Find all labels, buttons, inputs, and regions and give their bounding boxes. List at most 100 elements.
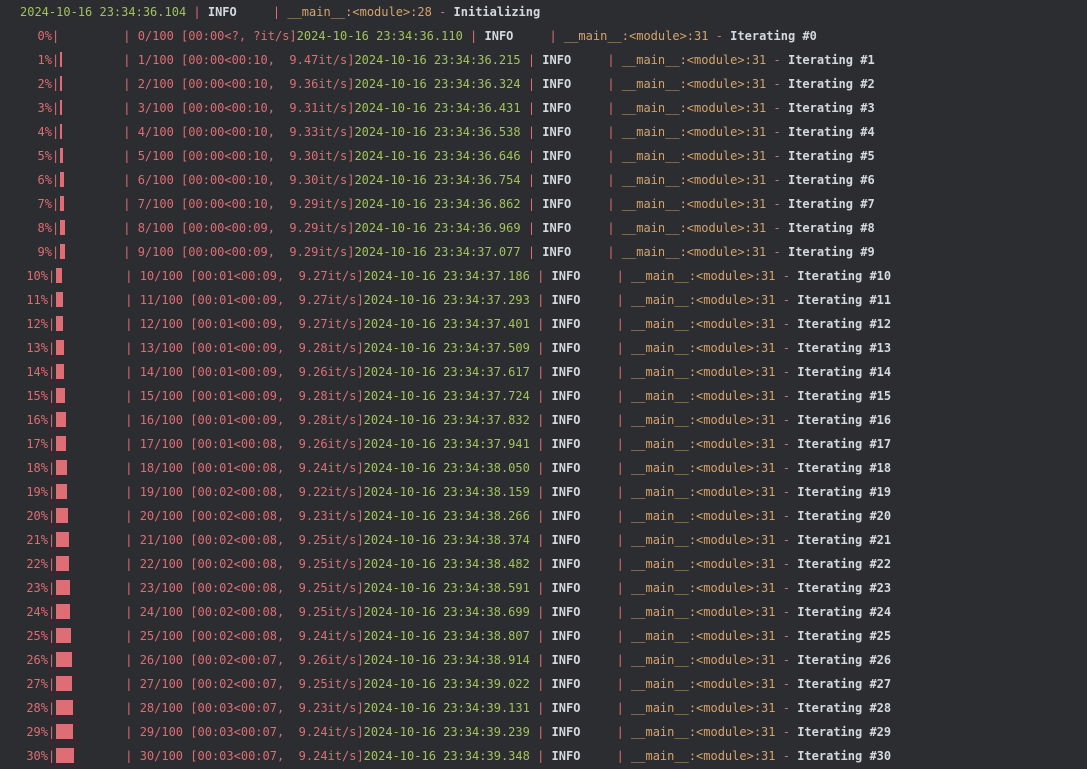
log-level: INFO (207, 5, 237, 19)
log-level: INFO (542, 197, 572, 211)
log-timestamp: 2024-10-16 23:34:39.022 (363, 677, 530, 691)
log-location: __main__:<module>:31 (631, 485, 776, 499)
progress-bar-fill (56, 652, 73, 667)
log-level: INFO (551, 629, 581, 643)
progress-bar (55, 340, 125, 355)
log-timestamp: 2024-10-16 23:34:39.131 (363, 701, 530, 715)
log-level: INFO (542, 53, 572, 67)
progress-timing: [00:02<00:08, 9.22it/s] (190, 485, 364, 499)
log-location: __main__:<module>:31 (621, 221, 767, 235)
progress-bar-fill (56, 364, 65, 379)
log-timestamp: 2024-10-16 23:34:37.293 (363, 293, 530, 307)
log-level: INFO (551, 581, 581, 595)
progress-counter: 19/100 (139, 485, 184, 499)
progress-bar-fill (60, 52, 63, 67)
progress-bar (55, 532, 125, 547)
progress-bar (55, 556, 125, 571)
log-message: Iterating #28 (797, 701, 892, 715)
progress-percent: 15% (26, 389, 48, 403)
log-message: Iterating #25 (797, 629, 892, 643)
progress-percent: 30% (26, 749, 48, 763)
log-timestamp: 2024-10-16 23:34:37.186 (363, 269, 530, 283)
progress-bar-fill (60, 124, 63, 139)
log-timestamp: 2024-10-16 23:34:38.266 (363, 509, 530, 523)
progress-counter: 11/100 (139, 293, 184, 307)
progress-timing: [00:00<00:10, 9.36it/s] (181, 77, 355, 91)
progress-bar (55, 508, 125, 523)
log-level: INFO (551, 437, 581, 451)
progress-bar (59, 76, 123, 91)
log-location: __main__:<module>:31 (631, 461, 776, 475)
log-message: Iterating #6 (787, 173, 875, 187)
progress-bar-fill (56, 436, 67, 451)
progress-bar (59, 172, 123, 187)
progress-percent: 14% (26, 365, 48, 379)
progress-timing: [00:01<00:09, 9.26it/s] (190, 365, 364, 379)
progress-log-line: 14%| | 14/100 [00:01<00:09, 9.26it/s]2024… (0, 360, 891, 384)
log-timestamp: 2024-10-16 23:34:38.591 (363, 581, 530, 595)
log-location: __main__:<module>:31 (631, 365, 776, 379)
progress-counter: 16/100 (139, 413, 184, 427)
progress-bar (55, 388, 125, 403)
log-location: __main__:<module>:31 (621, 197, 767, 211)
progress-counter: 2/100 (137, 77, 174, 91)
progress-bar-fill (56, 268, 63, 283)
log-level: INFO (542, 245, 572, 259)
progress-log-line: 25%| | 25/100 [00:02<00:08, 9.24it/s]2024… (0, 624, 891, 648)
progress-percent: 24% (26, 605, 48, 619)
progress-counter: 1/100 (137, 53, 174, 67)
log-location: __main__:<module>:31 (621, 53, 767, 67)
log-location: __main__:<module>:31 (631, 413, 776, 427)
log-message: Iterating #12 (797, 317, 892, 331)
progress-percent: 25% (26, 629, 48, 643)
progress-bar (55, 316, 125, 331)
log-level: INFO (542, 173, 572, 187)
log-message: Iterating #1 (787, 53, 875, 67)
progress-percent: 9% (37, 245, 52, 259)
log-message: Iterating #30 (797, 749, 892, 763)
progress-bar-fill (60, 100, 63, 115)
progress-bar-fill (60, 196, 65, 211)
progress-bar (55, 748, 125, 763)
log-timestamp: 2024-10-16 23:34:36.754 (354, 173, 521, 187)
progress-timing: [00:00<00:09, 9.29it/s] (181, 221, 355, 235)
progress-counter: 22/100 (139, 557, 184, 571)
progress-percent: 0% (37, 29, 52, 43)
progress-bar (55, 268, 125, 283)
progress-bar-fill (56, 628, 72, 643)
log-message: Iterating #24 (797, 605, 892, 619)
log-location: __main__:<module>:31 (631, 605, 776, 619)
log-location: __main__:<module>:31 (631, 581, 776, 595)
log-timestamp: 2024-10-16 23:34:36.862 (354, 197, 521, 211)
progress-percent: 5% (37, 149, 52, 163)
progress-timing: [00:01<00:09, 9.27it/s] (190, 317, 364, 331)
progress-bar (59, 220, 123, 235)
log-message: Iterating #7 (787, 197, 875, 211)
log-level: INFO (551, 461, 581, 475)
log-level: INFO (551, 269, 581, 283)
progress-timing: [00:00<00:10, 9.31it/s] (181, 101, 355, 115)
log-location: __main__:<module>:31 (621, 149, 767, 163)
progress-counter: 30/100 (139, 749, 184, 763)
log-location: __main__:<module>:31 (621, 77, 767, 91)
progress-bar (55, 628, 125, 643)
terminal-output: 2024-10-16 23:34:36.104 | INFO | __main_… (0, 0, 1087, 769)
progress-bar-fill (56, 532, 70, 547)
progress-timing: [00:00<00:09, 9.29it/s] (181, 245, 355, 259)
progress-bar (55, 364, 125, 379)
progress-percent: 27% (26, 677, 48, 691)
progress-timing: [00:02<00:08, 9.25it/s] (190, 557, 364, 571)
progress-log-line: 12%| | 12/100 [00:01<00:09, 9.27it/s]2024… (0, 312, 891, 336)
log-message: Iterating #13 (797, 341, 892, 355)
progress-percent: 17% (26, 437, 48, 451)
progress-timing: [00:01<00:09, 9.27it/s] (190, 269, 364, 283)
log-level: INFO (551, 341, 581, 355)
progress-percent: 18% (26, 461, 48, 475)
log-timestamp: 2024-10-16 23:34:38.807 (363, 629, 530, 643)
log-timestamp: 2024-10-16 23:34:38.699 (363, 605, 530, 619)
progress-percent: 8% (37, 221, 52, 235)
progress-log-line: 13%| | 13/100 [00:01<00:09, 9.28it/s]2024… (0, 336, 891, 360)
log-level: INFO (551, 317, 581, 331)
progress-timing: [00:00<00:10, 9.30it/s] (181, 149, 355, 163)
log-timestamp: 2024-10-16 23:34:36.324 (354, 77, 521, 91)
